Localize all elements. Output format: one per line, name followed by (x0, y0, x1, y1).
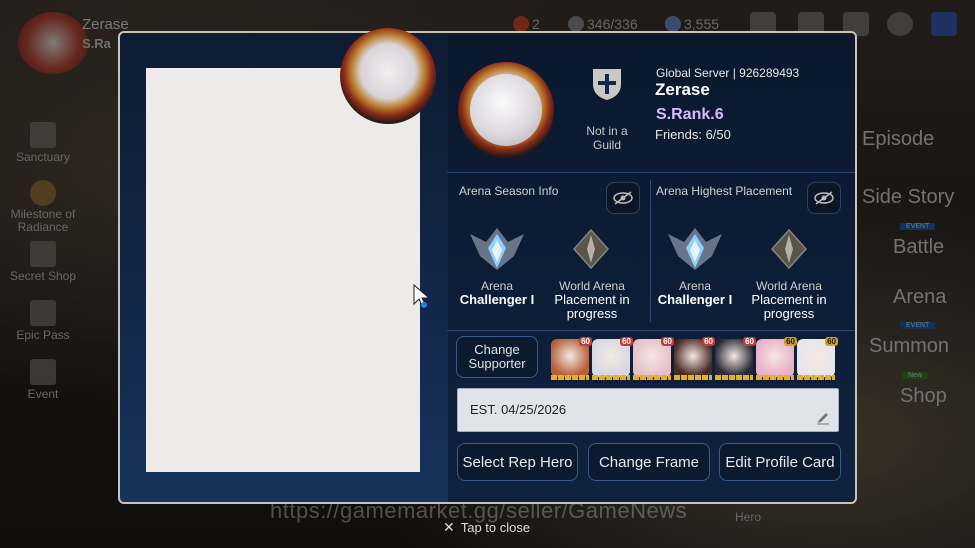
arena-value: Challenger I (657, 292, 733, 307)
hero-stars (674, 375, 712, 380)
mouse-cursor-icon (413, 283, 433, 315)
divider (447, 172, 855, 173)
world-arena-badge-icon (572, 228, 610, 274)
portrait-image (470, 74, 542, 146)
hero-level-badge: 60 (825, 337, 838, 346)
challenger-badge-icon (468, 224, 526, 279)
world-arena-badge-icon (770, 228, 808, 274)
select-rep-hero-button[interactable]: Select Rep Hero (457, 443, 578, 481)
change-supporter-button[interactable]: Change Supporter (456, 336, 538, 378)
tap-close-label: Tap to close (460, 520, 531, 535)
arena-label: Arena (480, 279, 514, 293)
hero-stars (715, 375, 753, 380)
hero-stars (551, 375, 589, 380)
hero-stars (633, 375, 671, 380)
profile-card-preview[interactable] (146, 68, 420, 472)
supporter-hero-portrait[interactable]: 60 (592, 337, 633, 380)
arena-season-title: Arena Season Info (459, 184, 559, 198)
arena-season-label: Arena Challenger I (455, 279, 539, 307)
arena-label: Arena (678, 279, 712, 293)
srank-label: S.Rank.6 (656, 106, 724, 123)
server-info: Global Server | 926289493 (656, 66, 800, 80)
guild-status: Not in a Guild (586, 124, 628, 152)
world-arena-label: World Arena (559, 279, 625, 293)
guild-shield-icon (590, 66, 624, 107)
world-arena-label: World Arena (756, 279, 822, 293)
tap-to-close[interactable]: ✕ Tap to close (443, 519, 530, 536)
pencil-icon[interactable] (816, 411, 830, 425)
close-icon: ✕ (443, 519, 455, 535)
eye-slash-icon (613, 191, 633, 205)
divider (447, 330, 855, 331)
arena-highest-label: Arena Challenger I (653, 279, 737, 307)
edit-profile-card-button[interactable]: Edit Profile Card (719, 443, 841, 481)
hero-stars (756, 375, 794, 380)
profile-portrait-frame[interactable] (340, 28, 436, 124)
arena-value: Challenger I (459, 292, 535, 307)
supporter-hero-portrait[interactable]: 60 (756, 337, 797, 380)
profile-portrait[interactable] (458, 62, 554, 158)
hero-level-badge: 60 (579, 337, 592, 346)
divider (650, 180, 651, 322)
supporter-hero-portrait[interactable]: 60 (674, 337, 715, 380)
hero-stars (592, 375, 630, 380)
intro-text: EST. 04/25/2026 (470, 402, 567, 417)
profile-intro-field[interactable]: EST. 04/25/2026 (457, 388, 839, 432)
hero-level-badge: 60 (661, 337, 674, 346)
change-frame-button[interactable]: Change Frame (588, 443, 710, 481)
friends-count: Friends: 6/50 (655, 127, 731, 142)
world-arena-season-label: World Arena Placement in progress (548, 279, 636, 321)
hide-arena-season-button[interactable] (606, 182, 640, 214)
arena-highest-title: Arena Highest Placement (656, 184, 793, 198)
challenger-badge-icon (666, 224, 724, 279)
hero-level-badge: 60 (702, 337, 715, 346)
eye-slash-icon (814, 191, 834, 205)
world-arena-value: Placement in progress (751, 292, 827, 321)
supporter-hero-portrait[interactable]: 60 (715, 337, 756, 380)
hero-stars (797, 375, 835, 380)
hero-level-badge: 60 (784, 337, 797, 346)
supporter-hero-portrait[interactable]: 60 (633, 337, 674, 380)
profile-name: Zerase (655, 80, 710, 99)
hero-level-badge: 60 (620, 337, 633, 346)
hero-level-badge: 60 (743, 337, 756, 346)
hide-arena-highest-button[interactable] (807, 182, 841, 214)
supporter-hero-portrait[interactable]: 60 (551, 337, 592, 380)
supporter-hero-portrait[interactable]: 60 (797, 337, 838, 380)
world-arena-highest-label: World Arena Placement in progress (745, 279, 833, 321)
world-arena-value: Placement in progress (554, 292, 630, 321)
